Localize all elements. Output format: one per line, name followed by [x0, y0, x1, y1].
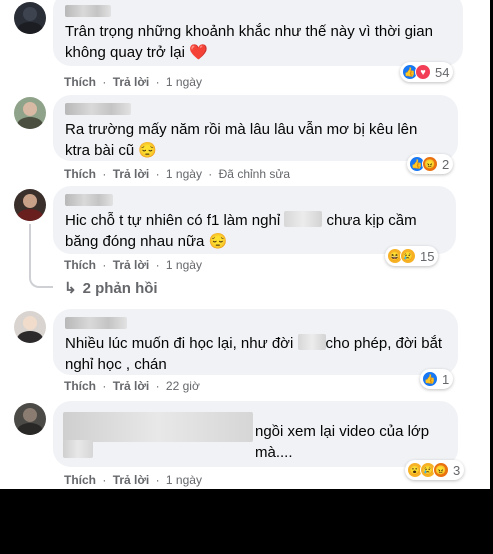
redacted-text [297, 334, 326, 350]
redacted-text [63, 440, 93, 458]
reaction-count: 3 [453, 462, 461, 478]
timestamp[interactable]: 22 giờ [166, 379, 200, 393]
separator: · [155, 167, 160, 181]
comment-actions: Thích · Trả lời · 1 ngày [64, 74, 202, 90]
reaction-summary[interactable]: 👍 1 [420, 369, 454, 389]
thread-connector [29, 274, 53, 288]
timestamp[interactable]: 1 ngày [166, 258, 202, 272]
separator: · [102, 167, 107, 181]
comment-text: ngồi xem lại video của lớp mà.... [255, 423, 434, 461]
reply-button[interactable]: Trả lời [113, 473, 150, 487]
reaction-summary[interactable]: 👍 ♥ 54 [400, 62, 454, 82]
replies-label: 2 phản hồi [82, 279, 158, 297]
reply-arrow-icon: ↳ [64, 280, 77, 297]
black-bar [0, 489, 493, 554]
comment-text-part: Hic chỗ t tự nhiên có f1 làm nghỉ [65, 212, 285, 229]
avatar[interactable] [14, 311, 46, 343]
comment-bubble: Ra trường mấy năm rồi mà lâu lâu vẫn mơ … [53, 95, 458, 161]
like-button[interactable]: Thích [64, 167, 96, 181]
reply-button[interactable]: Trả lời [113, 379, 150, 393]
like-button[interactable]: Thích [64, 258, 96, 272]
comment-actions: Thích · Trả lời · 1 ngày · Đã chỉnh sửa [64, 166, 290, 182]
author-name-redacted[interactable] [65, 103, 131, 115]
separator: · [102, 75, 107, 89]
comment-actions: Thích · Trả lời · 22 giờ [64, 378, 200, 394]
reply-button[interactable]: Trả lời [113, 75, 150, 89]
edited-label: Đã chỉnh sửa [218, 167, 291, 181]
separator: · [102, 258, 107, 272]
comment-text-part: Nhiều lúc muốn đi học lại, như đời [65, 335, 298, 352]
comment-text: Hic chỗ t tự nhiên có f1 làm nghỉ chưa k… [65, 210, 444, 252]
author-name-redacted[interactable] [65, 317, 127, 329]
reaction-count: 1 [442, 371, 450, 387]
comment-bubble: Nhiều lúc muốn đi học lại, như đời cho p… [53, 309, 458, 375]
comment-actions: Thích · Trả lời · 1 ngày [64, 472, 202, 488]
reaction-count: 2 [442, 156, 450, 172]
timestamp[interactable]: 1 ngày [166, 75, 202, 89]
avatar[interactable] [14, 189, 46, 221]
sad-icon: 😢 [400, 248, 416, 264]
thread-line [29, 224, 31, 276]
author-name-redacted[interactable] [65, 5, 111, 17]
timestamp[interactable]: 1 ngày [166, 473, 202, 487]
timestamp[interactable]: 1 ngày [166, 167, 202, 181]
reply-button[interactable]: Trả lời [113, 167, 150, 181]
comment-text: Nhiều lúc muốn đi học lại, như đời cho p… [65, 333, 446, 375]
redacted-author-and-text [63, 412, 253, 442]
comment-text: Ra trường mấy năm rồi mà lâu lâu vẫn mơ … [65, 121, 422, 159]
separator: · [155, 258, 160, 272]
angry-icon: 😠 [433, 462, 449, 478]
comment-bubble: Trân trọng những khoảnh khắc như thế này… [53, 0, 463, 66]
reply-button[interactable]: Trả lời [113, 258, 150, 272]
comment-actions: Thích · Trả lời · 1 ngày [64, 257, 202, 273]
like-button[interactable]: Thích [64, 75, 96, 89]
comment-bubble: Hic chỗ t tự nhiên có f1 làm nghỉ chưa k… [53, 186, 456, 254]
author-name-redacted[interactable] [65, 194, 113, 206]
comment-bubble: ngồi xem lại video của lớp mà.... [53, 401, 458, 467]
separator: · [155, 75, 160, 89]
comment-text: Trân trọng những khoảnh khắc như thế này… [65, 23, 438, 61]
separator: · [102, 379, 107, 393]
avatar[interactable] [14, 97, 46, 129]
reaction-summary[interactable]: 👍 😠 2 [407, 154, 454, 174]
separator: · [155, 473, 160, 487]
like-button[interactable]: Thích [64, 473, 96, 487]
reaction-count: 54 [435, 64, 450, 80]
avatar[interactable] [14, 2, 46, 34]
reaction-summary[interactable]: 😮 😢 😠 3 [405, 460, 465, 480]
separator: · [102, 473, 107, 487]
reaction-count: 15 [420, 248, 435, 264]
love-icon: ♥ [415, 64, 431, 80]
separator: · [155, 379, 160, 393]
redacted-text [284, 211, 323, 227]
separator: · [208, 167, 213, 181]
like-icon: 👍 [422, 371, 438, 387]
avatar[interactable] [14, 403, 46, 435]
like-button[interactable]: Thích [64, 379, 96, 393]
angry-icon: 😠 [422, 156, 438, 172]
view-replies-button[interactable]: ↳ 2 phản hồi [64, 279, 158, 298]
reaction-summary[interactable]: 😆 😢 15 [385, 246, 439, 266]
